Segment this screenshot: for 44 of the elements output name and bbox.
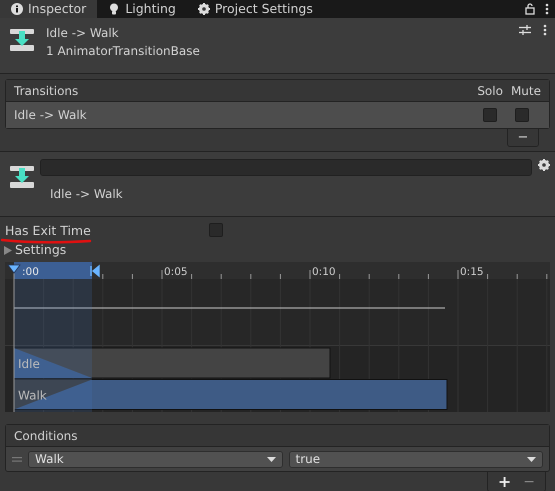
time-label: 0:05 <box>164 266 188 278</box>
transition-range[interactable] <box>14 262 92 412</box>
transition-label: Idle -> Walk <box>50 186 124 203</box>
sliders-icon[interactable] <box>519 24 531 36</box>
remove-button[interactable]: − <box>507 129 539 147</box>
field-label: Has Exit Time <box>5 222 91 238</box>
exit-marker[interactable] <box>90 265 100 277</box>
clip-bar[interactable] <box>14 348 330 378</box>
panel-title: Transitions <box>14 82 80 100</box>
solo-checkbox[interactable] <box>483 108 497 122</box>
time-label: 0:15 <box>460 266 484 278</box>
tab[interactable]: Project Settings <box>186 0 324 18</box>
time-label: 0:10 <box>312 266 336 278</box>
tab[interactable]: Lighting <box>97 0 187 18</box>
transition-row[interactable]: Idle -> Walk <box>6 102 549 128</box>
dropdown-arrow-icon <box>266 456 276 462</box>
more-icon[interactable] <box>543 24 547 36</box>
tab[interactable]: Inspector <box>0 0 98 18</box>
header-title: Idle -> Walk <box>46 25 120 42</box>
settings-icon[interactable] <box>538 159 550 171</box>
parameter-dropdown[interactable]: Walk <box>28 450 282 468</box>
time-label: :00 <box>22 266 39 278</box>
info-icon <box>11 3 23 15</box>
add-button[interactable]: + <box>498 474 512 490</box>
lightbulb-icon <box>108 3 120 15</box>
more-icon[interactable] <box>545 3 549 15</box>
header-subtitle: 1 AnimatorTransitionBase <box>46 43 201 60</box>
column-header: Solo <box>477 82 503 100</box>
lock-icon[interactable] <box>525 3 535 15</box>
dropdown-arrow-icon <box>527 456 536 462</box>
clip-label: Walk <box>18 388 47 402</box>
name-field[interactable] <box>40 159 532 176</box>
panel-title: Conditions <box>14 428 78 444</box>
mute-checkbox[interactable] <box>515 108 529 122</box>
playhead-handle[interactable] <box>7 264 21 274</box>
settings-icon <box>198 3 210 15</box>
transition-icon <box>10 165 34 189</box>
clip-label: Idle <box>18 357 40 371</box>
settings-foldout[interactable]: Settings <box>0 241 66 259</box>
transition-icon <box>10 28 34 52</box>
column-header: Mute <box>510 82 541 100</box>
has-exit-time-checkbox[interactable] <box>208 223 223 237</box>
value-dropdown[interactable]: true <box>288 450 543 468</box>
drag-handle-icon[interactable] <box>12 456 22 462</box>
